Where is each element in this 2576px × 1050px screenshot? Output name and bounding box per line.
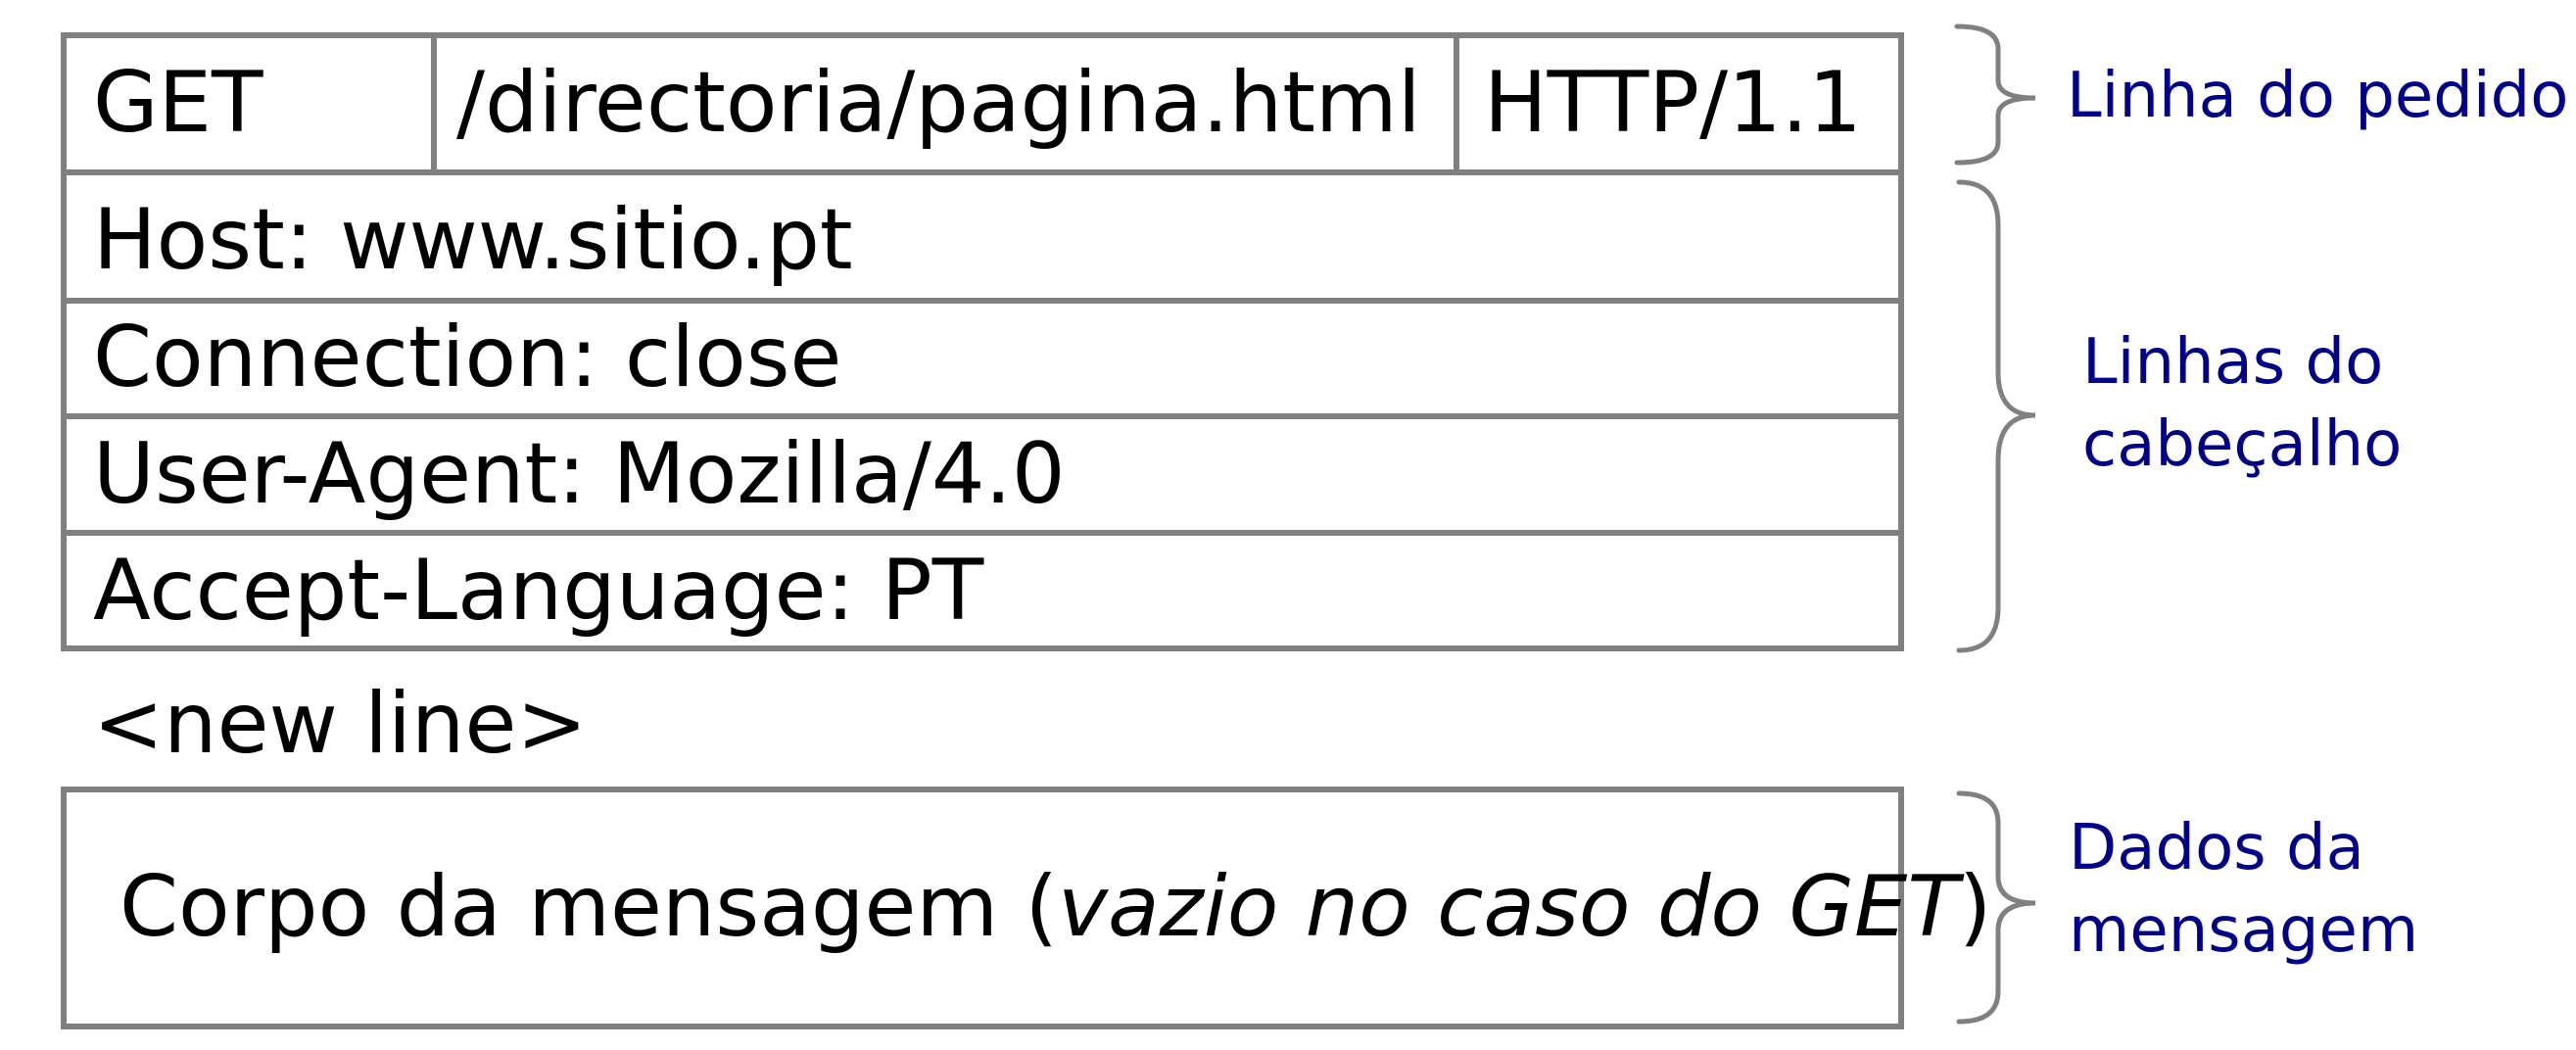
http-request-diagram: { "request_line": { "method": "GET", "pa… [0,0,2576,1050]
label-header-lines-1: Linhas do [2082,326,2384,399]
label-message-data-2: mensagem [2069,894,2419,968]
request-line-brace [1954,24,2036,166]
label-header-lines: Linhas do cabeçalho [2082,321,2402,487]
label-message-data: Dados da mensagem [2069,807,2418,973]
label-header-lines-2: cabeçalho [2082,408,2403,482]
label-message-data-1: Dados da [2069,812,2364,884]
label-request-line: Linha do pedido [2067,60,2569,132]
message-data-brace [1956,790,2036,1025]
header-lines-brace [1956,179,2036,653]
